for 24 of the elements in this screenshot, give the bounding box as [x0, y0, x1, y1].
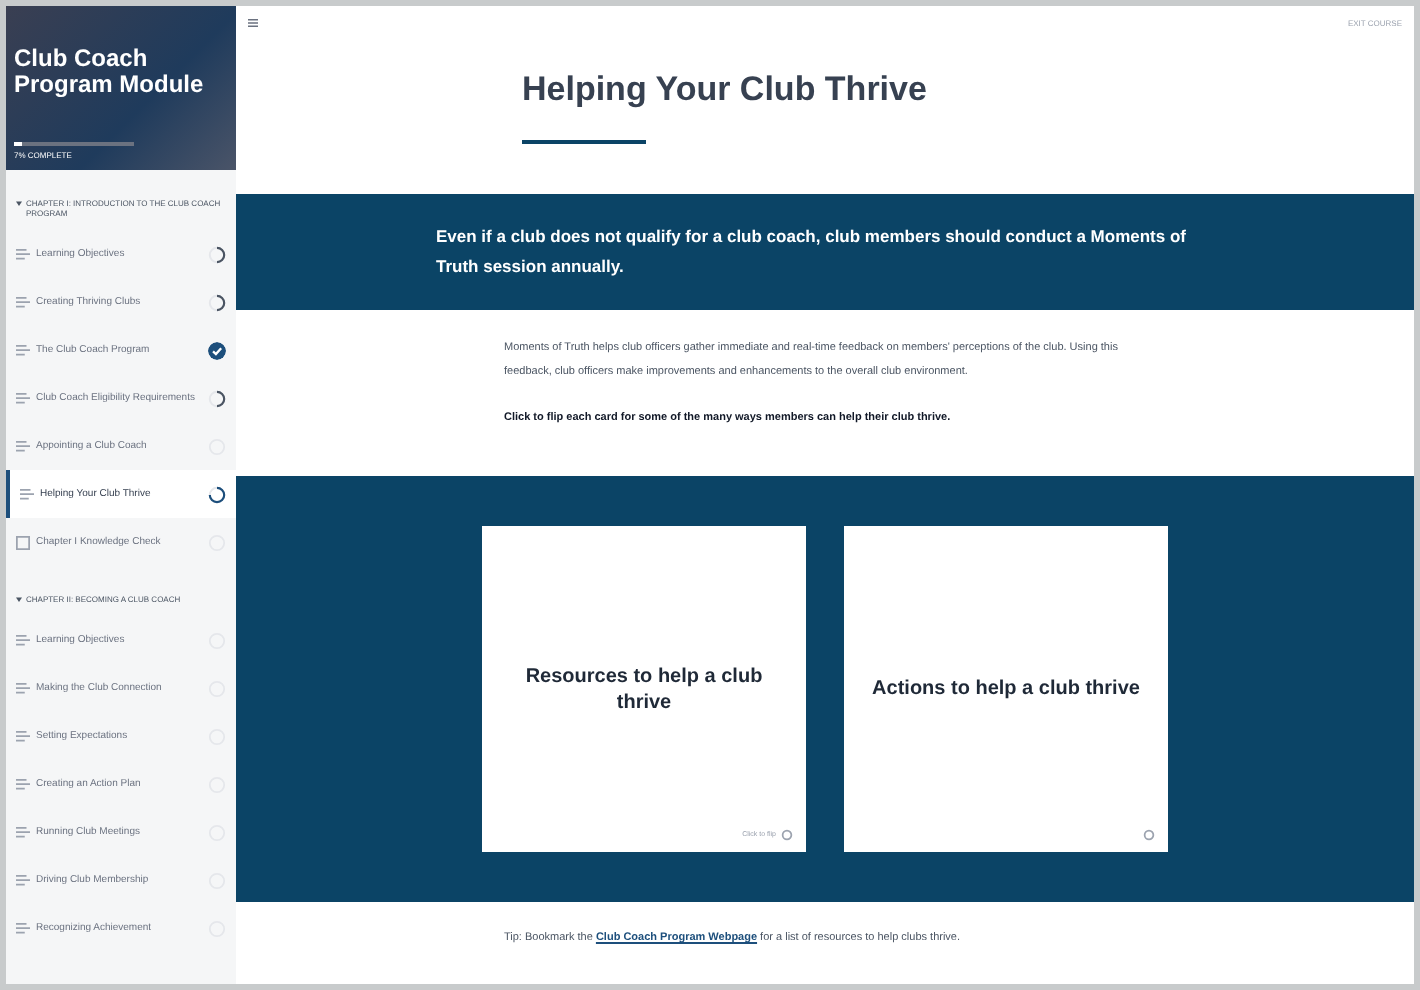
lines-icon: [16, 681, 30, 695]
lines-icon: [16, 873, 30, 887]
title-underline: [522, 139, 646, 143]
flip-card[interactable]: Actions to help a club thrive: [844, 526, 1168, 852]
lines-icon: [20, 487, 34, 501]
lines-icon: [16, 295, 30, 309]
card-title: Resources to help a club thrive: [523, 663, 765, 715]
lines-icon: [16, 439, 30, 453]
caret-icon: [16, 200, 22, 206]
lines-icon: [16, 729, 30, 743]
lesson-title: Helping Your Club Thrive: [522, 68, 929, 112]
lines-icon: [16, 777, 30, 791]
checkbox-icon: [16, 535, 30, 549]
lines-icon: [16, 391, 30, 405]
card-title: Actions to help a club thrive: [872, 676, 1140, 702]
lines-icon: [16, 921, 30, 935]
caret-icon: [16, 596, 22, 602]
menu-icon[interactable]: [248, 18, 258, 28]
lines-icon: [16, 343, 30, 357]
lines-icon: [16, 633, 30, 647]
lines-icon: [16, 247, 30, 261]
banner-text: Even if a club does not qualify for a club coach, club members should conduct a Moments of Truth session annually.: [436, 224, 1189, 280]
lines-icon: [16, 825, 30, 839]
course-title: Club Coach Program Module: [14, 46, 206, 98]
